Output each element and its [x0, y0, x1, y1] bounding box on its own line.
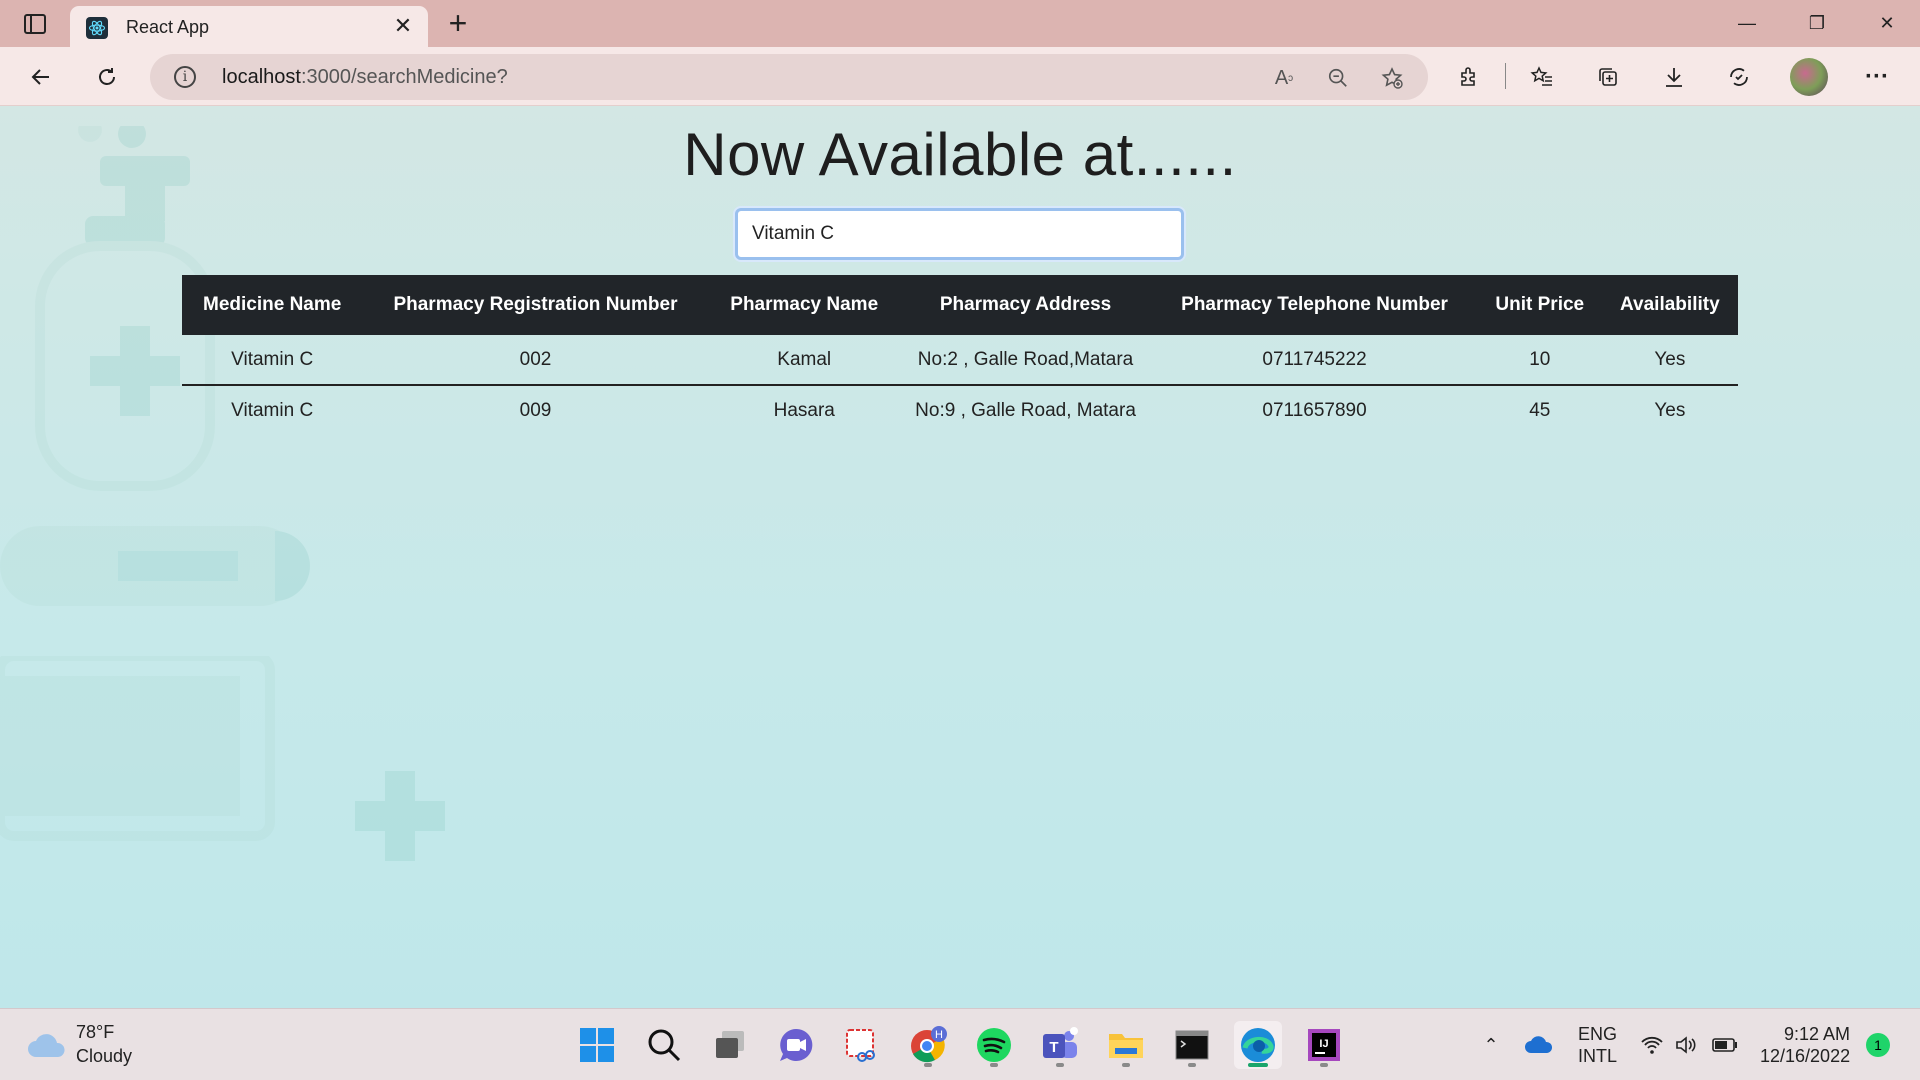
column-header: Availability	[1620, 294, 1720, 315]
search-input[interactable]	[735, 208, 1184, 260]
table-row: Vitamin C 002 Kamal No:2 , Galle Road,Ma…	[182, 335, 1738, 386]
back-arrow-icon[interactable]	[24, 60, 58, 94]
edge-icon[interactable]	[1234, 1021, 1282, 1069]
table-header-row: Medicine Name Pharmacy Registration Numb…	[182, 275, 1738, 335]
terminal-icon[interactable]	[1168, 1021, 1216, 1069]
notification-badge[interactable]: 1	[1866, 1033, 1890, 1057]
browser-essentials-icon[interactable]	[1722, 60, 1756, 94]
read-aloud-icon[interactable]: Aↄ	[1270, 64, 1298, 92]
volume-icon[interactable]	[1672, 1009, 1700, 1080]
tab-title: React App	[126, 17, 210, 37]
more-icon[interactable]: ···	[1860, 60, 1894, 94]
favorites-icon[interactable]	[1525, 60, 1559, 94]
table-cell: 002	[362, 335, 709, 386]
teams-icon[interactable]: T	[1036, 1021, 1084, 1069]
profile-avatar[interactable]	[1790, 58, 1828, 96]
react-icon	[86, 17, 108, 39]
table-row: Vitamin C 009 Hasara No:9 , Galle Road, …	[182, 385, 1738, 435]
table-cell: Yes	[1654, 399, 1686, 421]
system-clock[interactable]: 9:12 AM 12/16/2022	[1760, 1023, 1850, 1067]
onedrive-icon[interactable]	[1523, 1009, 1555, 1080]
browser-toolbar: i localhost:3000/searchMedicine? Aↄ ···	[0, 47, 1920, 106]
new-tab-button[interactable]: +	[442, 7, 474, 40]
info-icon[interactable]: i	[174, 66, 196, 88]
column-header: Pharmacy Address	[939, 294, 1112, 315]
task-view-icon[interactable]	[706, 1021, 754, 1069]
taskbar: 78°F Cloudy H T IJ ⌃ ENG INTL 9:12 AM 12…	[0, 1008, 1920, 1080]
address-bar[interactable]: i localhost:3000/searchMedicine? Aↄ	[150, 54, 1428, 100]
snipping-tool-icon[interactable]	[838, 1021, 886, 1069]
column-header: Pharmacy Registration Number	[393, 294, 678, 315]
reload-icon[interactable]	[90, 60, 124, 94]
column-header: Unit Price	[1495, 294, 1585, 315]
weather-temperature[interactable]: 78°F	[76, 1022, 114, 1043]
weather-description[interactable]: Cloudy	[76, 1046, 132, 1067]
intellij-icon[interactable]: IJ	[1300, 1021, 1348, 1069]
medicine-box-illustration	[0, 656, 275, 841]
zoom-out-icon[interactable]	[1324, 64, 1352, 92]
table-cell: No:2 , Galle Road,Matara	[899, 335, 1152, 386]
svg-text:IJ: IJ	[1319, 1038, 1328, 1050]
puzzle-icon[interactable]	[1452, 60, 1486, 94]
battery-icon[interactable]	[1710, 1009, 1740, 1080]
wifi-icon[interactable]	[1638, 1009, 1666, 1080]
chevron-up-icon[interactable]: ⌃	[1478, 1009, 1504, 1080]
browser-tab-bar: React App ✕ + — ❐ ✕	[0, 0, 1920, 47]
chat-app-icon[interactable]	[772, 1021, 820, 1069]
url-text[interactable]: localhost:3000/searchMedicine?	[222, 66, 508, 89]
search-icon[interactable]	[640, 1021, 688, 1069]
table-cell: Yes	[1601, 335, 1738, 386]
page-content: Now Available at...... Medicine Name Pha…	[0, 106, 1920, 1008]
table-cell: Kamal	[708, 335, 900, 386]
chrome-profile-badge: H	[935, 1029, 943, 1041]
close-window-button[interactable]: ✕	[1856, 0, 1918, 47]
windows-icon	[580, 1028, 614, 1062]
chrome-icon[interactable]: H	[904, 1021, 952, 1069]
minimize-button[interactable]: —	[1716, 0, 1778, 47]
table-cell: 10	[1477, 335, 1602, 386]
table-cell: 0711657890	[1262, 399, 1367, 421]
column-header: Medicine Name	[203, 294, 342, 315]
column-header: Pharmacy Name	[730, 294, 879, 315]
toolbar-divider	[1505, 63, 1506, 89]
column-header: Pharmacy Telephone Number	[1181, 294, 1448, 315]
table-cell: 45	[1529, 399, 1551, 421]
collections-icon[interactable]	[1591, 60, 1625, 94]
page-title: Now Available at......	[683, 121, 1237, 188]
download-icon[interactable]	[1657, 60, 1691, 94]
table-cell: Vitamin C	[231, 399, 314, 421]
cross-illustration	[355, 771, 445, 861]
browser-tab[interactable]: React App ✕	[70, 6, 428, 47]
close-tab-icon[interactable]: ✕	[392, 15, 414, 37]
cloud-icon[interactable]	[26, 1031, 68, 1059]
results-table: Medicine Name Pharmacy Registration Numb…	[182, 275, 1738, 435]
table-cell: Vitamin C	[182, 335, 363, 386]
language-indicator[interactable]: ENG INTL	[1578, 1023, 1617, 1067]
spotify-icon[interactable]	[970, 1021, 1018, 1069]
add-favorite-icon[interactable]	[1378, 64, 1406, 92]
svg-text:T: T	[1049, 1039, 1058, 1056]
table-cell: 009	[519, 399, 552, 421]
table-cell: No:9 , Galle Road, Matara	[915, 399, 1136, 421]
restore-button[interactable]: ❐	[1786, 0, 1848, 47]
file-explorer-icon[interactable]	[1102, 1021, 1150, 1069]
start-button[interactable]	[573, 1021, 621, 1069]
table-cell: 0711745222	[1151, 335, 1478, 386]
table-cell: Hasara	[773, 399, 835, 421]
thermometer-illustration	[0, 526, 310, 606]
tab-actions-icon[interactable]	[14, 8, 56, 40]
